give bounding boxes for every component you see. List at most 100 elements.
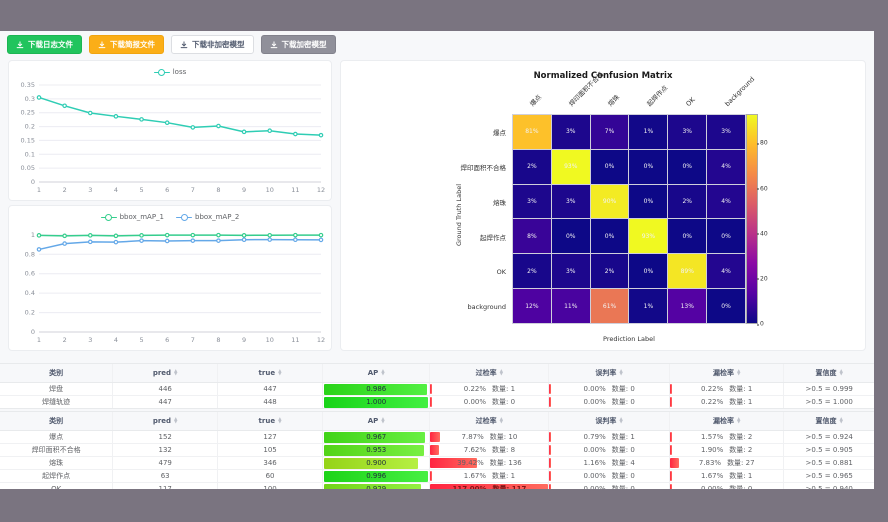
svg-text:2: 2 (63, 336, 67, 344)
rate-count: 数量: 2 (729, 432, 752, 442)
confusion-matrix-grid: 81%3%7%1%3%3%2%93%0%0%0%4%3%3%90%0%2%4%8… (512, 114, 746, 324)
category-cell: 爆点 (0, 431, 113, 444)
rate-percent: 0.79% (584, 433, 606, 441)
column-header-true[interactable]: true▲▼ (218, 412, 323, 431)
svg-text:2: 2 (63, 186, 67, 194)
sort-icon[interactable]: ▲▼ (278, 418, 281, 425)
rate-percent: 0.00% (464, 398, 486, 406)
legend-item-loss[interactable]: loss (154, 68, 187, 76)
download-icon (270, 41, 278, 49)
sort-icon[interactable]: ▲▼ (381, 418, 384, 425)
rate-count: 数量: 27 (727, 458, 755, 468)
download-report-button[interactable]: 下载简报文件 (89, 35, 164, 54)
legend-marker-icon (154, 68, 170, 76)
column-header-pred[interactable]: pred▲▼ (113, 412, 218, 431)
miss-rate-cell: 1.90%数量: 2 (669, 444, 783, 457)
matrix-cell: 93% (552, 150, 590, 184)
colorbar-tick: 20 (760, 275, 768, 282)
matrix-cell: 0% (629, 185, 667, 219)
legend-item-bbox_mAP_2[interactable]: bbox_mAP_2 (176, 213, 239, 221)
confusion-matrix-x-axis-label: Prediction Label (512, 335, 746, 343)
over-rate-cell: 1.67%数量: 1 (430, 470, 549, 483)
column-header-AP[interactable]: AP▲▼ (322, 412, 430, 431)
column-header-置信度[interactable]: 置信度▲▼ (784, 364, 874, 383)
download-plain-model-button[interactable]: 下载非加密模型 (171, 35, 254, 54)
header-label: 置信度 (815, 368, 836, 378)
legend-label: bbox_mAP_1 (120, 213, 164, 221)
header-label: 误判率 (595, 416, 616, 426)
colorbar-tick: 60 (760, 185, 768, 192)
true-cell: 447 (218, 383, 323, 396)
matrix-row-label: background (416, 303, 506, 311)
download-log-button[interactable]: 下载日志文件 (7, 35, 82, 54)
download-icon (98, 41, 106, 49)
rate-count: 数量: 1 (612, 432, 635, 442)
miss-rate-cell: 1.57%数量: 2 (669, 431, 783, 444)
rate-count: 数量: 8 (492, 445, 515, 455)
column-header-pred[interactable]: pred▲▼ (113, 364, 218, 383)
loss-chart-card: loss 00.050.10.150.20.250.30.35123456789… (8, 60, 332, 201)
over-rate-cell: 117.00%数量: 117 (430, 483, 549, 490)
svg-text:0.05: 0.05 (21, 164, 35, 172)
misjudge-rate-cell: 0.79% 数量: 1 (549, 431, 670, 444)
sort-icon[interactable]: ▲▼ (737, 418, 740, 425)
legend-item-bbox_mAP_1[interactable]: bbox_mAP_1 (101, 213, 164, 221)
column-header-漏检率[interactable]: 漏检率▲▼ (669, 412, 783, 431)
over-rate-cell: 7.87%数量: 10 (430, 431, 549, 444)
rate-percent: 0.22% (701, 398, 723, 406)
column-header-过检率[interactable]: 过检率▲▼ (430, 364, 549, 383)
column-header-置信度[interactable]: 置信度▲▼ (784, 412, 874, 431)
rate-count: 数量: 117 (493, 484, 527, 489)
miss-rate-cell: 0.22%数量: 1 (669, 396, 783, 409)
loss-chart-legend: loss (9, 64, 331, 80)
category-cell: OK (0, 483, 113, 490)
column-header-漏检率[interactable]: 漏检率▲▼ (669, 364, 783, 383)
confidence-cell: >0.5 = 0.905 (784, 444, 874, 457)
matrix-cell: 12% (513, 289, 551, 323)
column-header-类别: 类别 (0, 364, 113, 383)
rate-percent: 7.62% (464, 446, 486, 454)
pred-cell: 447 (113, 396, 218, 409)
sort-icon[interactable]: ▲▼ (500, 418, 503, 425)
sort-icon[interactable]: ▲▼ (839, 370, 842, 377)
column-header-误判率[interactable]: 误判率▲▼ (549, 364, 670, 383)
sort-icon[interactable]: ▲▼ (619, 418, 622, 425)
sort-icon[interactable]: ▲▼ (174, 370, 177, 377)
map-chart-card: bbox_mAP_1 bbox_mAP_2 00.20.40.60.8112345… (8, 205, 332, 351)
rate-percent: 0.00% (584, 485, 606, 489)
column-header-过检率[interactable]: 过检率▲▼ (430, 412, 549, 431)
rate-cell: 0.00%数量: 0 (549, 484, 669, 490)
matrix-cell: 4% (707, 185, 745, 219)
matrix-cell: 7% (591, 115, 629, 149)
svg-text:0.35: 0.35 (21, 81, 35, 89)
rate-cell: 0.00%数量: 0 (549, 445, 669, 456)
sort-icon[interactable]: ▲▼ (174, 418, 177, 425)
pred-cell: 63 (113, 470, 218, 483)
miss-rate-cell: 1.67%数量: 1 (669, 470, 783, 483)
sort-icon[interactable]: ▲▼ (619, 370, 622, 377)
svg-text:9: 9 (242, 186, 246, 194)
column-header-true[interactable]: true▲▼ (218, 364, 323, 383)
confidence-cell: >0.5 = 1.000 (784, 396, 874, 409)
over-rate-cell: 39.42%数量: 136 (430, 457, 549, 470)
column-header-误判率[interactable]: 误判率▲▼ (549, 412, 670, 431)
sort-icon[interactable]: ▲▼ (381, 370, 384, 377)
sort-icon[interactable]: ▲▼ (839, 418, 842, 425)
table-row: OK1171000.929117.00%数量: 1170.00%数量: 00.0… (0, 483, 874, 490)
rate-cell: 1.57%数量: 2 (670, 432, 783, 443)
map-line-chart: 00.20.40.60.81123456789101112 (9, 225, 331, 348)
ap-value: 1.000 (324, 397, 429, 408)
rate-cell: 0.00% 数量: 0 (430, 397, 548, 408)
ap-cell: 0.953 (322, 444, 430, 457)
rate-count: 数量: 0 (492, 397, 515, 407)
sort-icon[interactable]: ▲▼ (278, 370, 281, 377)
svg-text:5: 5 (139, 186, 143, 194)
sort-icon[interactable]: ▲▼ (737, 370, 740, 377)
download-encrypted-model-button[interactable]: 下载加密模型 (261, 35, 336, 54)
matrix-cell: 0% (707, 289, 745, 323)
confidence-cell: >0.5 = 0.965 (784, 470, 874, 483)
sort-icon[interactable]: ▲▼ (500, 370, 503, 377)
weld-summary-table: 类别pred▲▼true▲▼AP▲▼过检率▲▼误判率▲▼漏检率▲▼置信度▲▼焊盘… (0, 363, 874, 409)
column-header-AP[interactable]: AP▲▼ (322, 364, 430, 383)
true-cell: 448 (218, 396, 323, 409)
